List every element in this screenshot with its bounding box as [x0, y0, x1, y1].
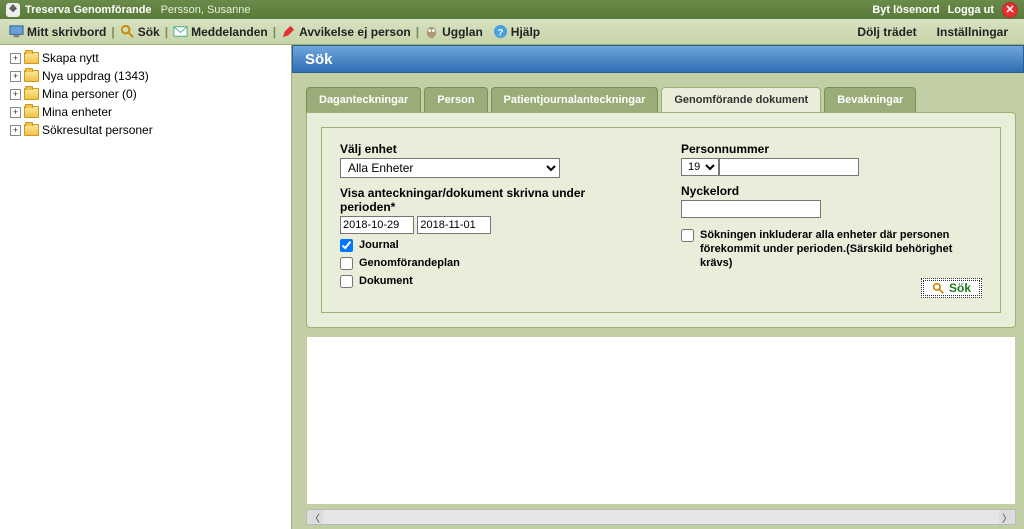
journal-checkbox[interactable] [340, 239, 353, 252]
folder-icon [24, 88, 39, 100]
nav-tree: + Skapa nytt + Nya uppdrag (1343) + Mina… [0, 45, 292, 529]
tabs: Daganteckningar Person Patientjournalant… [306, 87, 1016, 112]
plan-checkbox[interactable] [340, 257, 353, 270]
personnummer-input[interactable] [719, 158, 859, 176]
search-button-label: Sök [949, 281, 971, 295]
include-all-units-checkbox[interactable] [681, 229, 694, 242]
tree-item-label: Mina personer (0) [42, 87, 137, 101]
tree-item-label: Nya uppdrag (1343) [42, 69, 149, 83]
expand-icon[interactable]: + [10, 89, 21, 100]
hide-tree-button[interactable]: Dölj trädet [847, 25, 926, 39]
search-button[interactable]: Sök [921, 278, 982, 298]
separator: | [109, 25, 116, 39]
logout-link[interactable]: Logga ut [948, 4, 994, 16]
plan-label: Genomförandeplan [359, 256, 460, 270]
period-label: Visa anteckningar/dokument skrivna under… [340, 186, 641, 214]
toolbar-deviation[interactable]: Avvikelse ej person [278, 24, 414, 39]
unit-select[interactable]: Alla Enheter [340, 158, 560, 178]
tab-body: Välj enhet Alla Enheter Visa anteckninga… [306, 112, 1016, 328]
tree-item-label: Sökresultat personer [42, 123, 153, 137]
expand-icon[interactable]: + [10, 107, 21, 118]
search-form: Välj enhet Alla Enheter Visa anteckninga… [321, 127, 1001, 313]
toolbar-help[interactable]: ? Hjälp [490, 24, 543, 39]
tree-item-my-persons[interactable]: + Mina personer (0) [2, 85, 289, 103]
tree-item-label: Skapa nytt [42, 51, 99, 65]
folder-icon [24, 106, 39, 118]
app-icon: ❖ [6, 3, 20, 17]
toolbar-messages-label: Meddelanden [191, 25, 268, 39]
toolbar-deviation-label: Avvikelse ej person [299, 25, 411, 39]
change-password-link[interactable]: Byt lösenord [872, 4, 939, 16]
keyword-label: Nyckelord [681, 184, 982, 198]
separator: | [414, 25, 421, 39]
toolbar-owl[interactable]: Ugglan [421, 24, 486, 39]
toolbar-owl-label: Ugglan [442, 25, 483, 39]
panel-title: Sök [292, 45, 1024, 73]
toolbar-messages[interactable]: Meddelanden [170, 24, 271, 39]
desktop-icon [9, 24, 24, 39]
expand-icon[interactable]: + [10, 125, 21, 136]
folder-icon [24, 52, 39, 64]
svg-text:?: ? [497, 27, 503, 37]
titlebar: ❖ Treserva Genomförande Persson, Susanne… [0, 0, 1024, 19]
toolbar-search-label: Sök [138, 25, 160, 39]
personnummer-prefix-select[interactable]: 19 [681, 158, 719, 176]
toolbar-search[interactable]: Sök [117, 24, 163, 39]
tab-patientjournal[interactable]: Patientjournalanteckningar [491, 87, 659, 112]
search-icon [120, 24, 135, 39]
tab-person[interactable]: Person [424, 87, 487, 112]
scroll-track[interactable] [323, 510, 999, 524]
content-area: Sök Daganteckningar Person Patientjourna… [292, 45, 1024, 529]
keyword-input[interactable] [681, 200, 821, 218]
app-name: Treserva Genomförande [25, 4, 152, 16]
separator: | [163, 25, 170, 39]
tab-daganteckningar[interactable]: Daganteckningar [306, 87, 421, 112]
date-from-input[interactable] [340, 216, 414, 234]
settings-button[interactable]: Inställningar [927, 25, 1018, 39]
separator: | [271, 25, 278, 39]
document-checkbox[interactable] [340, 275, 353, 288]
folder-icon [24, 124, 39, 136]
mail-icon [173, 24, 188, 39]
tab-bevakningar[interactable]: Bevakningar [824, 87, 916, 112]
results-area [306, 336, 1016, 505]
tree-item-search-results[interactable]: + Sökresultat personer [2, 121, 289, 139]
unit-label: Välj enhet [340, 142, 641, 156]
tree-item-label: Mina enheter [42, 105, 112, 119]
search-icon [932, 282, 945, 295]
folder-icon [24, 70, 39, 82]
include-all-units-label: Sökningen inkluderar alla enheter där pe… [700, 228, 982, 270]
journal-label: Journal [359, 238, 399, 252]
close-icon[interactable]: ✕ [1002, 2, 1018, 18]
date-to-input[interactable] [417, 216, 491, 234]
tree-item-new-assignments[interactable]: + Nya uppdrag (1343) [2, 67, 289, 85]
pencil-icon [281, 24, 296, 39]
document-label: Dokument [359, 274, 413, 288]
tree-item-create[interactable]: + Skapa nytt [2, 49, 289, 67]
scroll-right-icon[interactable]: 〉 [999, 510, 1015, 524]
personnummer-label: Personnummer [681, 142, 982, 156]
scroll-left-icon[interactable]: 〈 [307, 510, 323, 524]
owl-icon [424, 24, 439, 39]
toolbar: Mitt skrivbord | Sök | Meddelanden | Avv… [0, 19, 1024, 45]
current-user: Persson, Susanne [161, 4, 251, 16]
toolbar-desktop-label: Mitt skrivbord [27, 25, 106, 39]
horizontal-scrollbar[interactable]: 〈 〉 [306, 509, 1016, 525]
expand-icon[interactable]: + [10, 71, 21, 82]
toolbar-desktop[interactable]: Mitt skrivbord [6, 24, 109, 39]
toolbar-help-label: Hjälp [511, 25, 540, 39]
tree-item-my-units[interactable]: + Mina enheter [2, 103, 289, 121]
expand-icon[interactable]: + [10, 53, 21, 64]
tab-genomforande-dokument[interactable]: Genomförande dokument [661, 87, 821, 112]
help-icon: ? [493, 24, 508, 39]
